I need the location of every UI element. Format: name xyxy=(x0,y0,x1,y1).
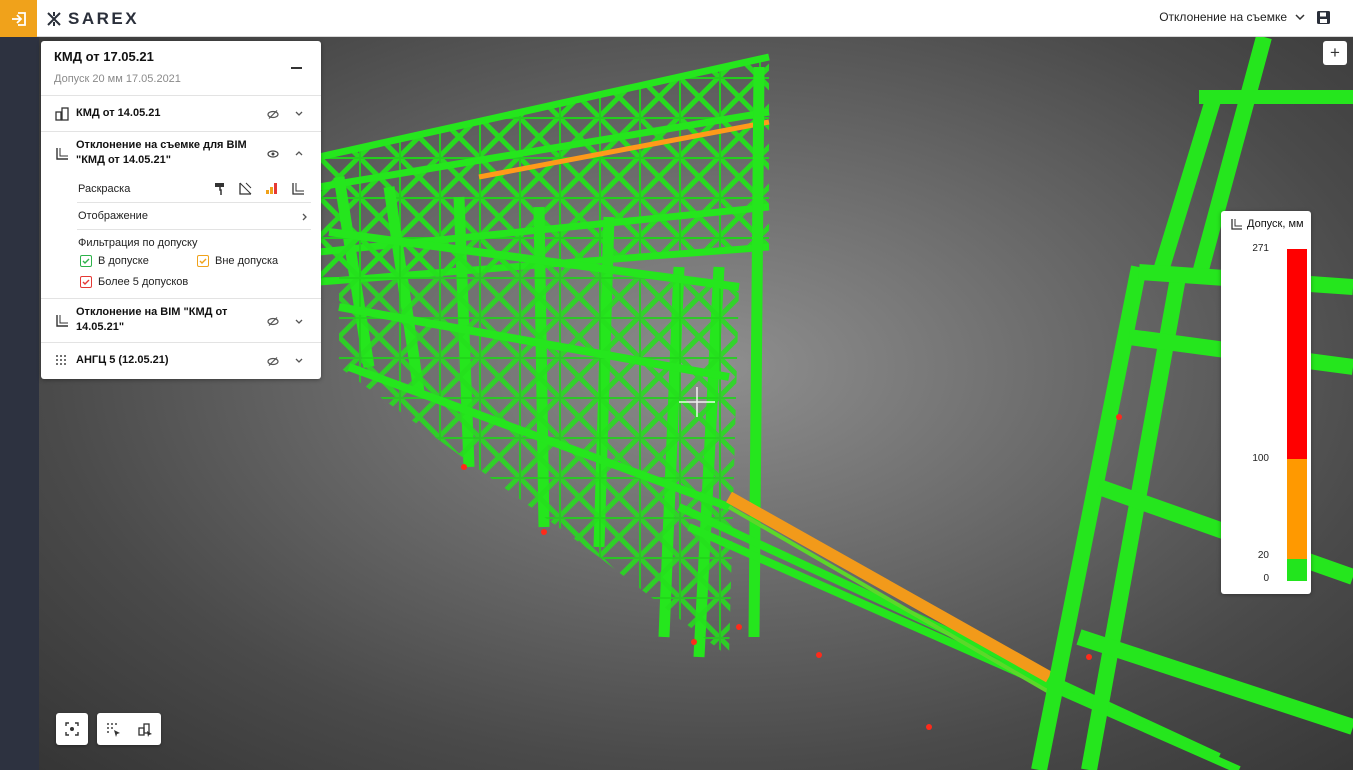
layer-row-kmd[interactable]: КМД от 14.05.21 xyxy=(41,96,321,132)
legend-color-bar xyxy=(1287,249,1307,581)
minimize-button[interactable] xyxy=(291,67,302,69)
legend-band xyxy=(1287,249,1307,459)
gradient-angle-icon[interactable] xyxy=(239,182,252,195)
eye-off-icon[interactable] xyxy=(267,110,279,119)
buildings-icon xyxy=(55,107,69,121)
save-button[interactable] xyxy=(1316,10,1331,30)
chevron-down-icon xyxy=(1295,14,1305,20)
coloring-row: Раскраска xyxy=(77,175,311,203)
pointcloud-icon xyxy=(56,355,66,365)
check-icon xyxy=(199,258,207,264)
checkbox-label: Вне допуска xyxy=(215,255,279,267)
chevron-down-icon[interactable] xyxy=(295,319,303,324)
save-icon xyxy=(1317,11,1330,24)
layer-row-pointcloud[interactable]: АНГЦ 5 (12.05.21) xyxy=(41,343,321,379)
legend-title: Допуск, мм xyxy=(1247,218,1304,230)
layer-label: Отклонение на съемке для BIM "КМД от 14.… xyxy=(76,139,247,166)
legend-tick-label: 20 xyxy=(1257,550,1269,561)
eye-off-icon[interactable] xyxy=(267,317,279,326)
panel-header: КМД от 17.05.21 Допуск 20 мм 17.05.2021 xyxy=(41,41,321,96)
logo-icon xyxy=(47,12,61,26)
checkbox[interactable] xyxy=(80,276,92,288)
deviation-icon[interactable] xyxy=(291,182,304,195)
checkbox[interactable] xyxy=(80,255,92,267)
layer-label: АНГЦ 5 (12.05.21) xyxy=(76,354,169,366)
checkbox-label: В допуске xyxy=(98,255,149,267)
panel-title: КМД от 17.05.21 xyxy=(54,49,154,64)
select-objects-icon[interactable] xyxy=(137,722,153,737)
paint-roller-icon[interactable] xyxy=(215,183,225,195)
filter-in-tolerance[interactable]: В допуске xyxy=(80,255,149,267)
check-icon xyxy=(82,258,90,264)
logo-text: SAREX xyxy=(68,9,140,28)
view-mode-select[interactable]: Отклонение на съемке xyxy=(1159,10,1305,24)
display-label: Отображение xyxy=(78,210,148,222)
left-sidebar-strip xyxy=(0,37,39,770)
layer-label: КМД от 14.05.21 xyxy=(76,107,161,119)
layers-panel: КМД от 17.05.21 Допуск 20 мм 17.05.2021 … xyxy=(41,41,321,379)
legend-band xyxy=(1287,459,1307,559)
check-icon xyxy=(82,279,90,285)
eye-icon[interactable] xyxy=(267,150,279,158)
legend-tick-label: 271 xyxy=(1252,243,1269,254)
select-points-icon[interactable] xyxy=(106,722,121,737)
deviation-icon xyxy=(1231,219,1242,230)
chevron-right-icon xyxy=(302,213,307,221)
legend-band xyxy=(1287,559,1307,581)
layer-row-deviation-scan[interactable]: Отклонение на съемке для BIM "КМД от 14.… xyxy=(41,132,321,175)
tolerance-legend: Допуск, мм 271 100 20 0 xyxy=(1221,211,1311,594)
chevron-up-icon[interactable] xyxy=(295,151,303,156)
display-row[interactable]: Отображение xyxy=(77,203,311,230)
app-logo: SAREX xyxy=(46,9,139,29)
exit-button[interactable] xyxy=(0,0,37,37)
selection-toolbar xyxy=(97,713,161,745)
coloring-label: Раскраска xyxy=(78,183,131,195)
focus-icon xyxy=(65,722,79,736)
view-mode-value: Отклонение на съемке xyxy=(1159,10,1287,24)
eye-off-icon[interactable] xyxy=(267,357,279,366)
panel-subtitle: Допуск 20 мм 17.05.2021 xyxy=(54,73,181,85)
layer-row-deviation-bim[interactable]: Отклонение на BIM "КМД от 14.05.21" xyxy=(41,298,321,343)
filter-more-than-5[interactable]: Более 5 допусков xyxy=(80,276,188,288)
checkbox[interactable] xyxy=(197,255,209,267)
bar-chart-icon[interactable] xyxy=(265,182,278,194)
layer-label: Отклонение на BIM "КМД от 14.05.21" xyxy=(76,306,228,333)
filter-out-of-tolerance[interactable]: Вне допуска xyxy=(197,255,278,267)
checkbox-label: Более 5 допусков xyxy=(98,276,189,288)
chevron-down-icon[interactable] xyxy=(295,358,303,363)
plus-icon: + xyxy=(1330,43,1340,62)
zoom-in-button[interactable]: + xyxy=(1323,41,1347,65)
deviation-icon xyxy=(56,148,68,160)
deviation-icon xyxy=(56,315,68,327)
filter-label: Фильтрация по допуску xyxy=(78,237,198,249)
top-bar: SAREX Отклонение на съемке xyxy=(0,0,1353,37)
legend-tick-label: 0 xyxy=(1263,573,1269,584)
chevron-down-icon[interactable] xyxy=(295,111,303,116)
legend-tick-label: 100 xyxy=(1252,453,1269,464)
fit-view-button[interactable] xyxy=(56,713,88,745)
exit-icon xyxy=(11,11,26,26)
